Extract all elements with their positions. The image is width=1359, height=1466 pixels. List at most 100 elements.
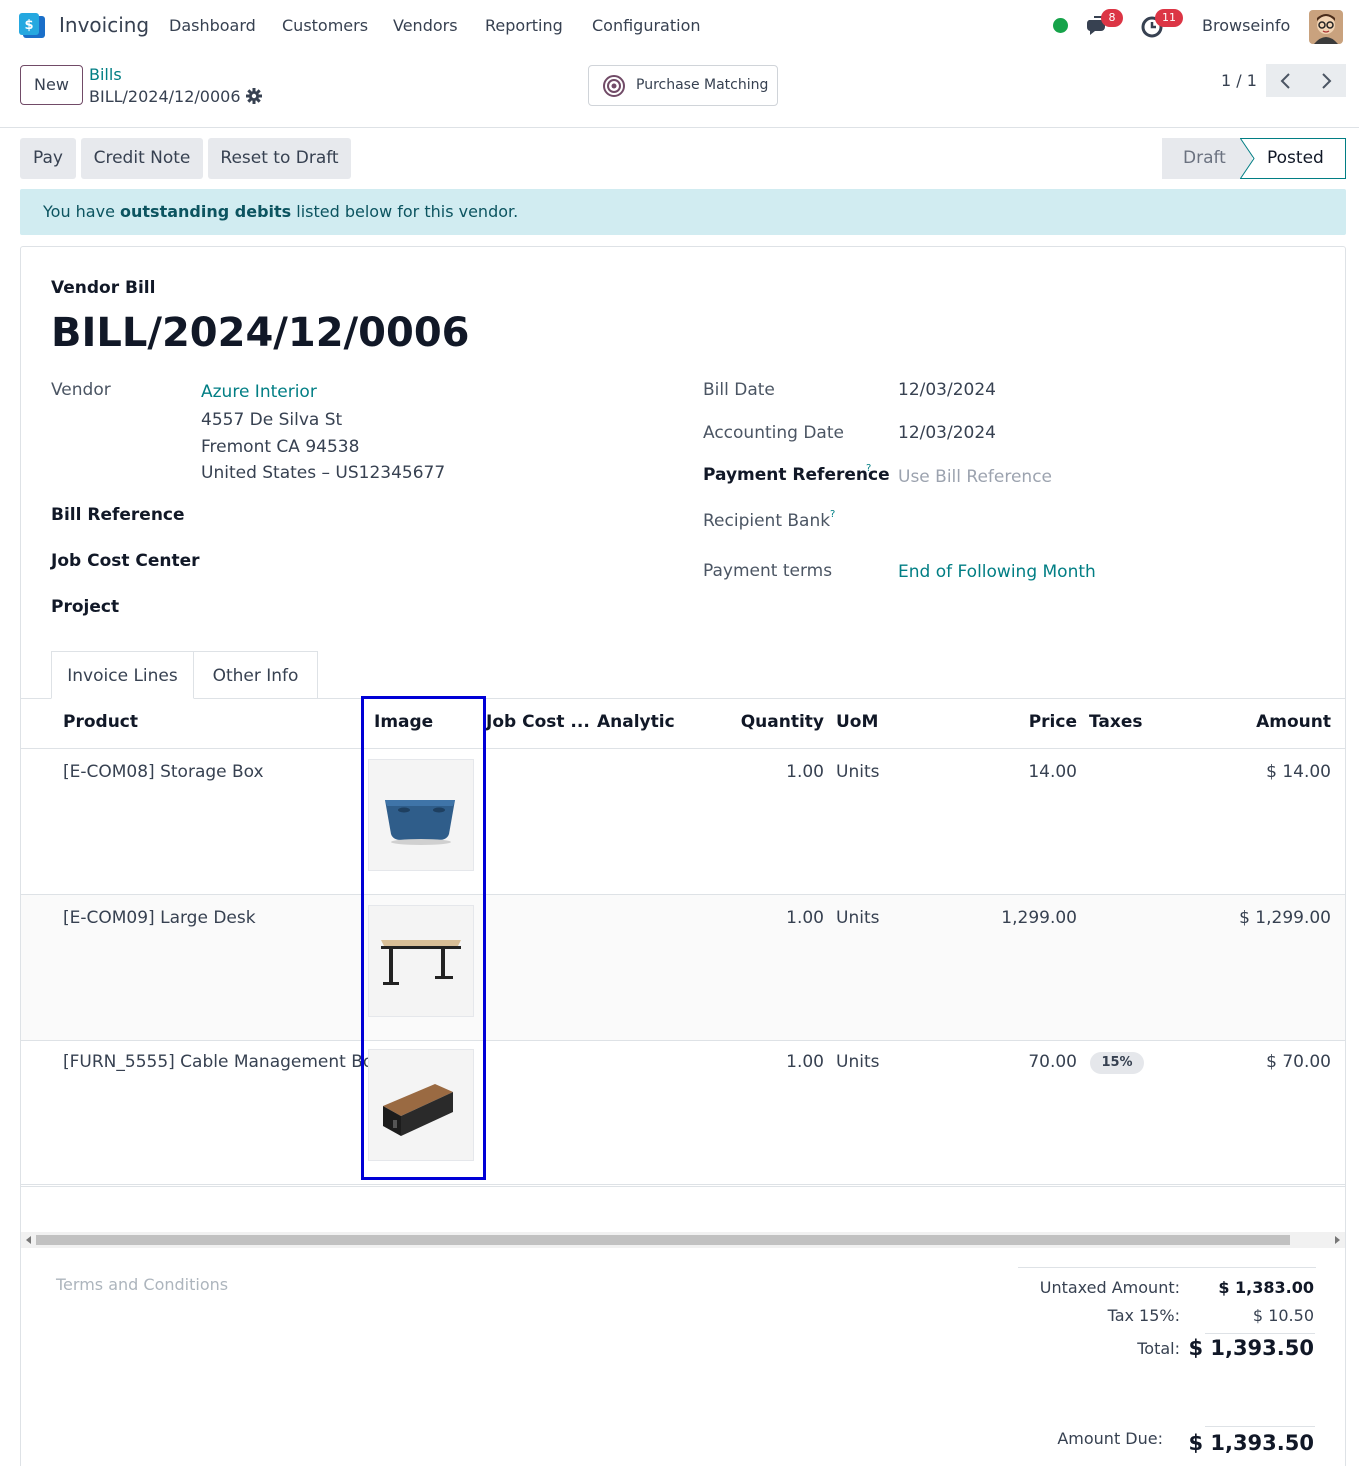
column-header-amount[interactable]: Amount <box>1200 712 1331 732</box>
row-quantity[interactable]: 1.00 <box>740 1052 824 1072</box>
payment-reference-label: Payment Reference <box>703 465 890 485</box>
payment-reference-field[interactable]: Use Bill Reference <box>898 467 1052 487</box>
reset-to-draft-button[interactable]: Reset to Draft <box>208 138 351 179</box>
job-cost-center-label: Job Cost Center <box>51 551 200 571</box>
bill-date-field[interactable]: 12/03/2024 <box>898 380 996 400</box>
payment-terms-field[interactable]: End of Following Month <box>898 562 1096 582</box>
total-value: $ 1,393.50 <box>1188 1336 1314 1360</box>
top-navbar: $ Invoicing Dashboard Customers Vendors … <box>0 0 1359 52</box>
online-status-icon <box>1053 18 1068 33</box>
row-product[interactable]: [E-COM08] Storage Box <box>63 762 264 782</box>
purchase-matching-button[interactable]: Purchase Matching <box>588 65 778 106</box>
row-uom[interactable]: Units <box>836 908 879 928</box>
activities-badge: 11 <box>1155 9 1183 27</box>
column-header-price[interactable]: Price <box>980 712 1077 732</box>
tax-value: $ 10.50 <box>1252 1306 1314 1325</box>
row-amount: $ 14.00 <box>1266 762 1331 782</box>
menu-configuration[interactable]: Configuration <box>592 16 701 35</box>
untaxed-amount-value: $ 1,383.00 <box>1218 1278 1314 1297</box>
bill-date-label: Bill Date <box>703 380 775 400</box>
row-product[interactable]: [E-COM09] Large Desk <box>63 908 256 928</box>
outstanding-debits-alert: You have outstanding debits listed below… <box>20 189 1346 235</box>
menu-dashboard[interactable]: Dashboard <box>169 16 256 35</box>
status-posted[interactable]: Posted <box>1267 138 1324 179</box>
menu-customers[interactable]: Customers <box>282 16 368 35</box>
column-header-product[interactable]: Product <box>63 712 138 732</box>
user-avatar[interactable] <box>1309 10 1343 44</box>
breadcrumb-current: BILL/2024/12/0006 <box>89 87 241 106</box>
pay-button[interactable]: Pay <box>20 138 76 179</box>
purchase-matching-label: Purchase Matching <box>636 77 769 93</box>
tab-other-info[interactable]: Other Info <box>194 651 318 699</box>
help-tooltip-icon[interactable]: ? <box>866 463 871 474</box>
row-amount: $ 70.00 <box>1266 1052 1331 1072</box>
tab-invoice-lines[interactable]: Invoice Lines <box>51 651 194 699</box>
new-button[interactable]: New <box>20 65 83 105</box>
credit-note-button[interactable]: Credit Note <box>81 138 203 179</box>
tax-label: Tax 15%: <box>1107 1306 1180 1325</box>
menu-reporting[interactable]: Reporting <box>485 16 563 35</box>
app-name[interactable]: Invoicing <box>59 13 149 37</box>
column-header-job-cost[interactable]: Job Cost ... <box>486 712 590 732</box>
terms-and-conditions-field[interactable]: Terms and Conditions <box>56 1275 228 1294</box>
untaxed-amount-label: Untaxed Amount: <box>1039 1278 1180 1297</box>
column-header-taxes[interactable]: Taxes <box>1089 712 1143 732</box>
column-header-analytic[interactable]: Analytic <box>597 712 675 732</box>
vendor-address-line1: 4557 De Silva St <box>201 410 343 430</box>
document-type: Vendor Bill <box>51 278 156 298</box>
messages-badge: 8 <box>1101 9 1123 27</box>
amount-due-value: $ 1,393.50 <box>1188 1431 1314 1455</box>
payment-terms-label: Payment terms <box>703 561 833 581</box>
status-draft[interactable]: Draft <box>1162 138 1252 179</box>
svg-text:$: $ <box>24 18 33 33</box>
row-uom[interactable]: Units <box>836 1052 879 1072</box>
pager-value[interactable]: 1 / 1 <box>1221 71 1257 90</box>
table-end-divider <box>21 1184 1345 1185</box>
row-price[interactable]: 70.00 <box>960 1052 1077 1072</box>
bill-reference-label: Bill Reference <box>51 505 185 525</box>
totals-top-divider <box>1018 1267 1316 1268</box>
row-price[interactable]: 14.00 <box>960 762 1077 782</box>
vendor-address-line2: Fremont CA 94538 <box>201 437 360 457</box>
row-price[interactable]: 1,299.00 <box>960 908 1077 928</box>
vendor-address-line3: United States – US12345677 <box>201 463 446 483</box>
chevron-right-icon <box>1322 73 1332 89</box>
user-name[interactable]: Browseinfo <box>1202 16 1290 35</box>
pager-previous-button[interactable] <box>1266 64 1306 97</box>
target-icon <box>603 75 625 97</box>
chevron-left-icon <box>1280 73 1290 89</box>
tax-badge[interactable]: 15% <box>1090 1052 1144 1074</box>
vendor-label: Vendor <box>51 380 111 400</box>
invoicing-app-icon[interactable]: $ <box>18 12 46 40</box>
help-tooltip-icon[interactable]: ? <box>830 509 835 520</box>
row-uom[interactable]: Units <box>836 762 879 782</box>
project-label: Project <box>51 597 120 617</box>
scroll-right-arrow-icon[interactable] <box>1335 1236 1340 1244</box>
accounting-date-field[interactable]: 12/03/2024 <box>898 423 996 443</box>
row-product[interactable]: [FURN_5555] Cable Management Box <box>63 1052 383 1072</box>
control-panel: New Bills BILL/2024/12/0006 Purchase Mat… <box>0 52 1359 128</box>
column-header-quantity[interactable]: Quantity <box>720 712 824 732</box>
vendor-field[interactable]: Azure Interior <box>201 382 317 402</box>
gear-icon[interactable] <box>246 88 262 104</box>
alert-suffix: listed below for this vendor. <box>291 202 519 221</box>
image-column-highlight <box>361 696 486 1180</box>
total-divider <box>1205 1333 1315 1334</box>
horizontal-scrollbar[interactable] <box>21 1232 1345 1248</box>
row-amount: $ 1,299.00 <box>1239 908 1331 928</box>
page-title: BILL/2024/12/0006 <box>51 310 470 356</box>
menu-vendors[interactable]: Vendors <box>393 16 458 35</box>
scroll-left-arrow-icon[interactable] <box>26 1236 31 1244</box>
status-bar: Draft Posted <box>1162 138 1346 179</box>
amount-due-label: Amount Due: <box>1057 1429 1163 1448</box>
column-header-uom[interactable]: UoM <box>836 712 878 732</box>
pager-next-button[interactable] <box>1306 64 1346 97</box>
recipient-bank-label: Recipient Bank <box>703 511 831 531</box>
row-quantity[interactable]: 1.00 <box>740 908 824 928</box>
row-quantity[interactable]: 1.00 <box>740 762 824 782</box>
scrollbar-thumb[interactable] <box>36 1235 1290 1245</box>
alert-prefix: You have <box>43 202 121 221</box>
accounting-date-label: Accounting Date <box>703 423 844 443</box>
breadcrumb-bills[interactable]: Bills <box>89 65 122 84</box>
alert-bold-link[interactable]: outstanding debits <box>120 202 291 221</box>
